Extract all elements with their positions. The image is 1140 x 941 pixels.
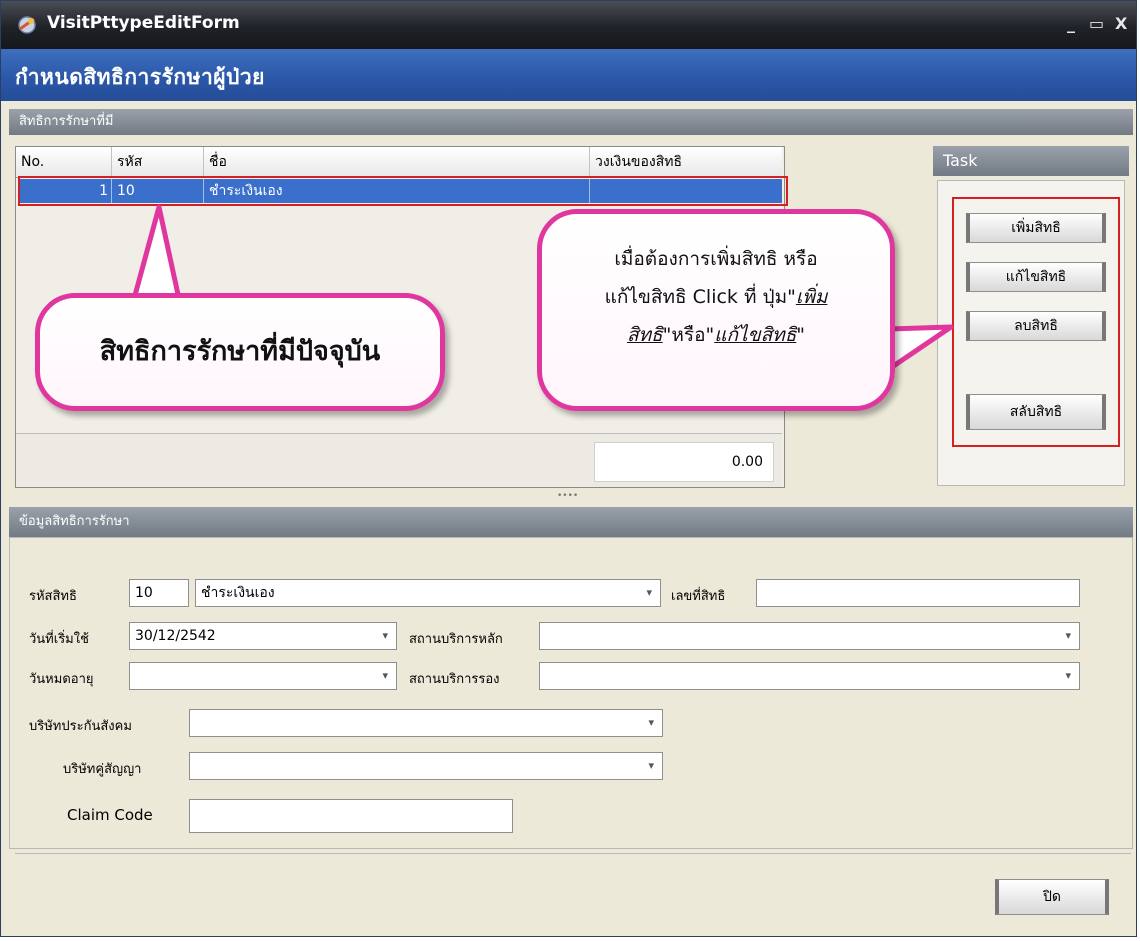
- start-date-picker[interactable]: 30/12/2542: [129, 622, 397, 650]
- expire-date-picker[interactable]: [129, 662, 397, 690]
- right-number-label: เลขที่สิทธิ: [671, 589, 726, 604]
- callout-end: ": [796, 324, 806, 346]
- add-edit-callout-text: เมื่อต้องการเพิ่มสิทธิ หรือ แก้ไขสิทธิ C…: [546, 240, 886, 354]
- start-date-label: วันที่เริ่มใช้: [29, 632, 89, 647]
- panel-splitter[interactable]: ••••: [557, 492, 578, 501]
- claim-code-label: Claim Code: [67, 806, 153, 824]
- current-rights-callout-text: สิทธิการรักษาที่มีปัจจุบัน: [99, 336, 381, 367]
- claim-code-input[interactable]: [189, 799, 513, 833]
- grid-header: No. รหัส ชื่อ วงเงินของสิทธิ: [16, 147, 782, 178]
- rights-group-header: สิทธิการรักษาที่มี: [9, 109, 1133, 135]
- callout-link-add-a: เพิ่ม: [795, 286, 828, 308]
- social-security-label: บริษัทประกันสังคม: [29, 719, 132, 734]
- minimize-button[interactable]: _: [1067, 15, 1075, 33]
- info-group-header: ข้อมูลสิทธิการรักษา: [9, 507, 1133, 537]
- social-security-select[interactable]: [189, 709, 663, 737]
- code-input[interactable]: 10: [129, 579, 189, 607]
- callout-mid: "หรือ": [662, 324, 715, 346]
- main-hospital-label: สถานบริการหลัก: [409, 632, 503, 647]
- callout-line-1: เมื่อต้องการเพิ่มสิทธิ หรือ: [614, 248, 818, 270]
- col-header-limit[interactable]: วงเงินของสิทธิ: [590, 147, 784, 177]
- form-title: กำหนดสิทธิการรักษาผู้ป่วย: [15, 65, 265, 89]
- info-group-label: ข้อมูลสิทธิการรักษา: [19, 514, 130, 529]
- task-header: Task: [933, 146, 1129, 176]
- callout-line-2: แก้ไขสิทธิ Click ที่ ปุ่ม": [604, 286, 796, 308]
- app-icon: [18, 16, 36, 34]
- row-highlight-box: [18, 176, 788, 206]
- col-header-code[interactable]: รหัส: [112, 147, 204, 177]
- grid-footer: 0.00: [16, 433, 782, 487]
- callout-link-edit: แก้ไขสิทธิ: [714, 324, 797, 346]
- right-number-input[interactable]: [756, 579, 1080, 607]
- sub-hospital-label: สถานบริการรอง: [409, 672, 500, 687]
- col-header-name[interactable]: ชื่อ: [204, 147, 590, 177]
- visit-pttype-edit-window: VisitPttypeEditForm _ ▭ X กำหนดสิทธิการร…: [0, 0, 1137, 937]
- footer-bar: [15, 853, 1131, 932]
- close-window-button[interactable]: X: [1115, 15, 1127, 33]
- sub-hospital-select[interactable]: [539, 662, 1080, 690]
- current-rights-callout: สิทธิการรักษาที่มีปัจจุบัน: [35, 293, 445, 411]
- contract-company-select[interactable]: [189, 752, 663, 780]
- main-hospital-select[interactable]: [539, 622, 1080, 650]
- code-label: รหัสสิทธิ: [29, 589, 77, 604]
- add-edit-callout: เมื่อต้องการเพิ่มสิทธิ หรือ แก้ไขสิทธิ C…: [537, 209, 895, 411]
- callout-link-add-b: สิทธิ: [626, 324, 663, 346]
- right-name-select[interactable]: ชำระเงินเอง: [195, 579, 661, 607]
- total-limit: 0.00: [594, 442, 774, 482]
- col-header-no[interactable]: No.: [16, 147, 112, 177]
- task-highlight-box: [952, 197, 1120, 447]
- expire-date-label: วันหมดอายุ: [29, 672, 94, 687]
- title-bar[interactable]: VisitPttypeEditForm _ ▭ X: [1, 1, 1136, 49]
- close-button[interactable]: ปิด: [995, 879, 1109, 915]
- window-title: VisitPttypeEditForm: [47, 13, 240, 33]
- maximize-button[interactable]: ▭: [1089, 15, 1104, 33]
- form-header: กำหนดสิทธิการรักษาผู้ป่วย: [1, 49, 1136, 101]
- contract-company-label: บริษัทคู่สัญญา: [63, 762, 142, 777]
- rights-group-label: สิทธิการรักษาที่มี: [19, 114, 114, 129]
